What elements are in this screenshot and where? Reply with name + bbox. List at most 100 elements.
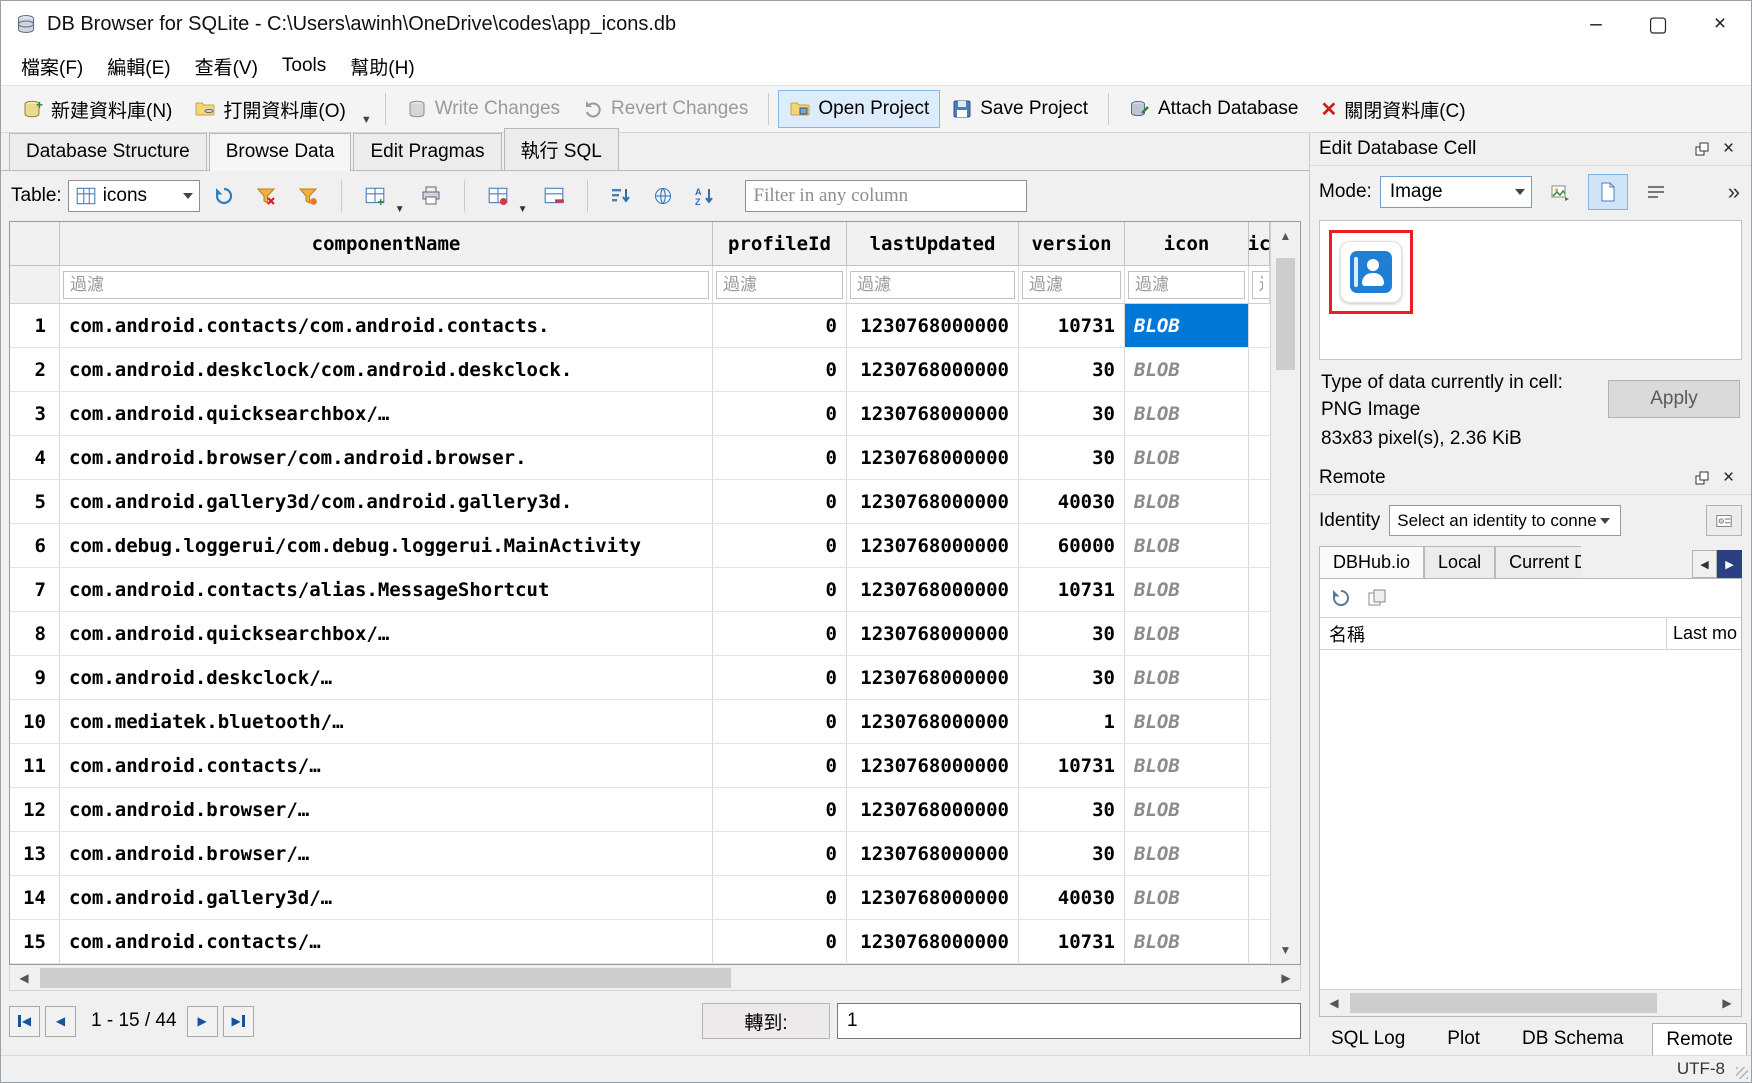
minimize-button[interactable]: – bbox=[1565, 1, 1627, 47]
scroll-right-icon[interactable]: ▶ bbox=[1713, 996, 1741, 1010]
cell-componentName[interactable]: com.android.quicksearchbox/… bbox=[60, 392, 713, 435]
row-number[interactable]: 6 bbox=[10, 524, 60, 567]
cell-profileId[interactable]: 0 bbox=[713, 656, 847, 699]
new-record-dropdown-icon[interactable]: ▼ bbox=[395, 204, 405, 215]
apply-button[interactable]: Apply bbox=[1608, 380, 1740, 418]
cell-version[interactable]: 30 bbox=[1019, 656, 1125, 699]
horizontal-scroll-track[interactable] bbox=[38, 965, 1272, 990]
duplicate-record-button[interactable] bbox=[480, 178, 516, 214]
resize-grip[interactable] bbox=[1736, 1067, 1748, 1079]
cell-lastUpdated[interactable]: 1230768000000 bbox=[847, 612, 1019, 655]
row-number[interactable]: 2 bbox=[10, 348, 60, 391]
table-selector[interactable]: icons bbox=[68, 180, 200, 212]
cell-lastUpdated[interactable]: 1230768000000 bbox=[847, 832, 1019, 875]
row-number[interactable]: 1 bbox=[10, 304, 60, 347]
dock-tab-plot[interactable]: Plot bbox=[1434, 1023, 1493, 1055]
tab-database-structure[interactable]: Database Structure bbox=[9, 133, 207, 170]
cell-componentName[interactable]: com.android.deskclock/… bbox=[60, 656, 713, 699]
cell-componentName[interactable]: com.android.browser/… bbox=[60, 832, 713, 875]
first-record-button[interactable]: ◀ bbox=[9, 1006, 40, 1037]
delete-record-button[interactable] bbox=[536, 178, 572, 214]
scroll-right-icon[interactable]: ▶ bbox=[1272, 971, 1300, 985]
column-header-profileId[interactable]: profileId bbox=[713, 222, 847, 265]
table-row[interactable]: 5 com.android.gallery3d/com.android.gall… bbox=[10, 480, 1270, 524]
row-number[interactable]: 4 bbox=[10, 436, 60, 479]
cell-lastUpdated[interactable]: 1230768000000 bbox=[847, 480, 1019, 523]
cell-version[interactable]: 10731 bbox=[1019, 304, 1125, 347]
cell-componentName[interactable]: com.android.gallery3d/com.android.galler… bbox=[60, 480, 713, 523]
next-record-button[interactable]: ▶ bbox=[187, 1006, 218, 1037]
column-header-icon[interactable]: icon bbox=[1125, 222, 1249, 265]
cell-profileId[interactable]: 0 bbox=[713, 612, 847, 655]
cell-version[interactable]: 30 bbox=[1019, 436, 1125, 479]
row-number[interactable]: 11 bbox=[10, 744, 60, 787]
overflow-chevron-icon[interactable]: » bbox=[1728, 179, 1742, 205]
table-row[interactable]: 12 com.android.browser/… 0 1230768000000… bbox=[10, 788, 1270, 832]
cell-componentName[interactable]: com.android.browser/… bbox=[60, 788, 713, 831]
cell-profileId[interactable]: 0 bbox=[713, 568, 847, 611]
cell-profileId[interactable]: 0 bbox=[713, 524, 847, 567]
cell-lastUpdated[interactable]: 1230768000000 bbox=[847, 348, 1019, 391]
tab-scroll-left-icon[interactable]: ◀ bbox=[1692, 550, 1717, 578]
revert-changes-button[interactable]: Revert Changes bbox=[571, 90, 759, 128]
cell-componentName[interactable]: com.android.browser/com.android.browser. bbox=[60, 436, 713, 479]
cell-lastUpdated[interactable]: 1230768000000 bbox=[847, 700, 1019, 743]
remote-refresh-icon[interactable] bbox=[1330, 587, 1352, 609]
float-dock-icon[interactable] bbox=[1688, 137, 1715, 161]
table-row[interactable]: 2 com.android.deskclock/com.android.desk… bbox=[10, 348, 1270, 392]
cell-version[interactable]: 40030 bbox=[1019, 876, 1125, 919]
goto-record-input[interactable] bbox=[837, 1003, 1301, 1039]
horizontal-scroll-thumb[interactable] bbox=[40, 968, 731, 988]
table-row[interactable]: 10 com.mediatek.bluetooth/… 0 1230768000… bbox=[10, 700, 1270, 744]
row-number[interactable]: 3 bbox=[10, 392, 60, 435]
cell-version[interactable]: 10731 bbox=[1019, 744, 1125, 787]
cell-icon[interactable]: BLOB bbox=[1125, 744, 1249, 787]
float-dock-icon[interactable] bbox=[1688, 466, 1715, 490]
dock-tab-db-schema[interactable]: DB Schema bbox=[1509, 1023, 1636, 1055]
cell-version[interactable]: 10731 bbox=[1019, 568, 1125, 611]
new-database-button[interactable]: + 新建資料庫(N) bbox=[11, 88, 183, 131]
goto-button[interactable]: 轉到: bbox=[702, 1003, 830, 1039]
remote-horizontal-scrollbar[interactable]: ◀ ▶ bbox=[1320, 989, 1741, 1016]
encoding-label[interactable]: UTF-8 bbox=[1677, 1059, 1725, 1079]
clone-database-icon[interactable] bbox=[1366, 587, 1388, 609]
filter-input-componentName[interactable] bbox=[63, 271, 709, 299]
close-button[interactable]: × bbox=[1689, 1, 1751, 47]
save-filter-button[interactable] bbox=[290, 178, 326, 214]
maximize-button[interactable]: ▢ bbox=[1627, 1, 1689, 47]
cell-componentName[interactable]: com.debug.loggerui/com.debug.loggerui.Ma… bbox=[60, 524, 713, 567]
cell-version[interactable]: 30 bbox=[1019, 832, 1125, 875]
row-number[interactable]: 10 bbox=[10, 700, 60, 743]
cell-profileId[interactable]: 0 bbox=[713, 348, 847, 391]
cell-profileId[interactable]: 0 bbox=[713, 832, 847, 875]
sort-ascending-button[interactable] bbox=[603, 178, 639, 214]
global-filter-input[interactable] bbox=[745, 180, 1027, 212]
row-number[interactable]: 8 bbox=[10, 612, 60, 655]
cell-lastUpdated[interactable]: 1230768000000 bbox=[847, 436, 1019, 479]
import-certificate-button[interactable] bbox=[1706, 505, 1742, 536]
filter-input-lastUpdated[interactable] bbox=[850, 271, 1015, 299]
close-dock-icon[interactable]: × bbox=[1715, 137, 1742, 161]
cell-componentName[interactable]: com.android.quicksearchbox/… bbox=[60, 612, 713, 655]
refresh-button[interactable] bbox=[206, 178, 242, 214]
sort-az-button[interactable]: A Z bbox=[687, 178, 723, 214]
auto-switch-mode-button[interactable] bbox=[1540, 174, 1580, 210]
cell-componentName[interactable]: com.android.contacts/… bbox=[60, 920, 713, 963]
mode-select[interactable]: Image bbox=[1380, 176, 1532, 208]
cell-icon[interactable]: BLOB bbox=[1125, 920, 1249, 963]
remote-file-list[interactable] bbox=[1320, 650, 1741, 989]
cell-lastUpdated[interactable]: 1230768000000 bbox=[847, 744, 1019, 787]
table-row[interactable]: 11 com.android.contacts/… 0 123076800000… bbox=[10, 744, 1270, 788]
cell-version[interactable]: 1 bbox=[1019, 700, 1125, 743]
scroll-left-icon[interactable]: ◀ bbox=[10, 971, 38, 985]
menu-help[interactable]: 幫助(H) bbox=[338, 48, 426, 85]
attach-database-button[interactable]: Attach Database bbox=[1118, 90, 1309, 128]
column-header-overflow[interactable]: ic bbox=[1249, 222, 1270, 265]
cell-icon[interactable]: BLOB bbox=[1125, 436, 1249, 479]
save-project-button[interactable]: Save Project bbox=[940, 90, 1099, 128]
cell-profileId[interactable]: 0 bbox=[713, 920, 847, 963]
dock-tab-sql-log[interactable]: SQL Log bbox=[1318, 1023, 1418, 1055]
cell-version[interactable]: 30 bbox=[1019, 612, 1125, 655]
tab-scroll-right-icon[interactable]: ▶ bbox=[1717, 550, 1742, 578]
cell-icon[interactable]: BLOB bbox=[1125, 568, 1249, 611]
